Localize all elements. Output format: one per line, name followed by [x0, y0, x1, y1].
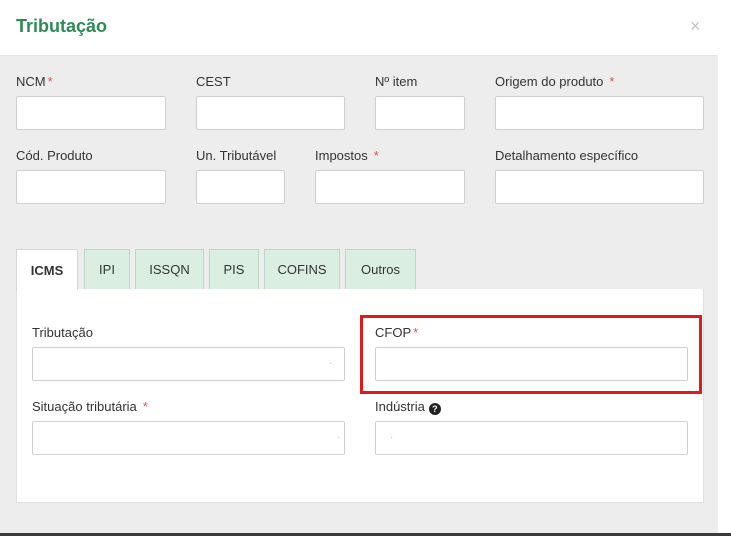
required-marker: *	[142, 399, 148, 414]
required-marker: *	[609, 74, 615, 89]
header-divider	[0, 55, 718, 56]
origem-input[interactable]	[495, 96, 704, 130]
origem-label: Origem do produto *	[495, 74, 615, 89]
un-tributavel-label: Un. Tributável	[196, 148, 277, 163]
tributacao-label: Tributação	[32, 325, 93, 340]
cfop-highlight-box	[360, 315, 702, 394]
cod-produto-label: Cód. Produto	[16, 148, 93, 163]
ncm-input[interactable]	[16, 96, 166, 130]
tab-pis[interactable]: PIS	[209, 249, 259, 289]
cod-produto-input[interactable]	[16, 170, 166, 204]
tributacao-select[interactable]: ·	[32, 347, 345, 381]
tab-outros[interactable]: Outros	[345, 249, 416, 289]
industria-select[interactable]: ·	[375, 421, 688, 455]
ncm-label: NCM *	[16, 74, 53, 89]
close-icon[interactable]: ×	[690, 16, 701, 36]
question-circle-icon[interactable]: ?	[428, 403, 441, 415]
cest-label: CEST	[196, 74, 231, 89]
select-arrow-icon: ·	[329, 358, 333, 369]
situacao-select[interactable]: ·	[32, 421, 345, 455]
required-marker: *	[373, 148, 379, 163]
n-item-input[interactable]	[375, 96, 465, 130]
impostos-label: Impostos *	[315, 148, 379, 163]
impostos-input[interactable]	[315, 170, 465, 204]
tab-icms[interactable]: ICMS	[16, 249, 78, 290]
detalhamento-input[interactable]	[495, 170, 704, 204]
n-item-label: Nº item	[375, 74, 418, 89]
modal-title: Tributação	[16, 16, 108, 36]
industria-label: Indústria?	[375, 399, 441, 415]
tributacao-modal: Tributação × NCM * CEST Nº item Origem do…	[0, 0, 731, 536]
tab-cofins[interactable]: COFINS	[264, 249, 340, 289]
select-arrow-icon: ·	[390, 432, 394, 443]
tab-issqn[interactable]: ISSQN	[135, 249, 204, 289]
detalhamento-label: Detalhamento específico	[495, 148, 639, 163]
required-marker: *	[47, 74, 53, 89]
tab-ipi[interactable]: IPI	[84, 249, 130, 289]
un-tributavel-input[interactable]	[196, 170, 285, 204]
situacao-label: Situação tributária *	[32, 399, 148, 414]
select-arrow-icon: ·	[337, 432, 341, 443]
cest-input[interactable]	[196, 96, 345, 130]
